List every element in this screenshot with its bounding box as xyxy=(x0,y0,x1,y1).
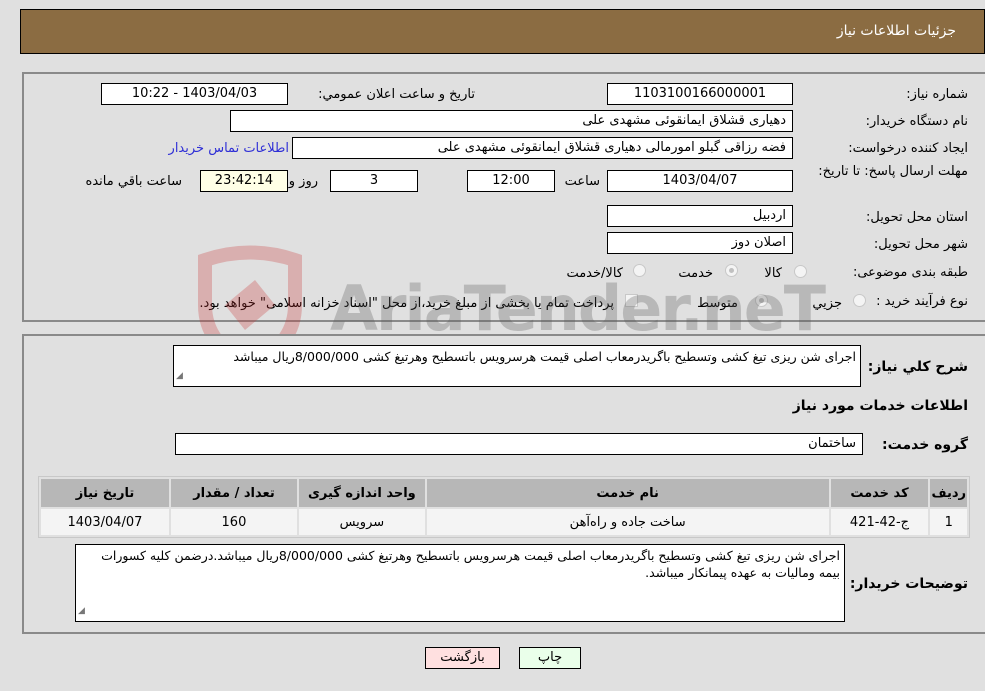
resize-grip-icon[interactable]: ◢ xyxy=(78,603,85,620)
services-table: ردیف کد خدمت نام خدمت واحد اندازه گیری ت… xyxy=(38,476,970,538)
col-quantity: تعداد / مقدار xyxy=(170,479,297,507)
need-number-label: شماره نیاز: xyxy=(906,87,968,102)
process-option-minor: جزيي xyxy=(812,296,842,311)
province-field: اردبیل xyxy=(607,205,793,227)
buyer-org-field: دهیاری قشلاق ایمانقوئی مشهدی علی xyxy=(230,110,793,132)
deadline-date-field: 1403/04/07 xyxy=(607,170,793,192)
buyer-org-label: نام دستگاه خريدار: xyxy=(865,114,968,129)
resize-grip-icon[interactable]: ◢ xyxy=(176,368,183,385)
cell-quantity: 160 xyxy=(170,509,297,535)
services-section-title: اطلاعات خدمات مورد نیاز xyxy=(792,398,968,414)
description-textarea[interactable]: اجرای شن ریزی تیغ کشی وتسطیح باگریدرمعاب… xyxy=(173,345,861,387)
col-service-name: نام خدمت xyxy=(426,479,829,507)
cell-unit: سرویس xyxy=(298,509,425,535)
col-need-date: تاریخ نیاز xyxy=(41,479,169,507)
remaining-time-label: ساعت باقي مانده xyxy=(85,174,182,189)
description-label: شرح کلي نياز: xyxy=(867,359,968,375)
need-number-field: 1103100166000001 xyxy=(607,83,793,105)
category-radio-goods-service[interactable] xyxy=(633,264,646,277)
print-button[interactable]: چاپ xyxy=(519,647,581,669)
category-radio-goods[interactable] xyxy=(794,265,807,278)
description-text: اجرای شن ریزی تیغ کشی وتسطیح باگریدرمعاب… xyxy=(233,349,856,364)
category-option-goods: کالا xyxy=(764,266,782,281)
cell-row-number: 1 xyxy=(930,509,967,535)
col-unit: واحد اندازه گیری xyxy=(298,479,425,507)
process-radio-minor[interactable] xyxy=(853,294,866,307)
treasury-checkbox[interactable] xyxy=(625,294,638,307)
table-header-row: ردیف کد خدمت نام خدمت واحد اندازه گیری ت… xyxy=(41,479,967,507)
category-radio-service[interactable] xyxy=(725,264,738,277)
city-label: شهر محل تحویل: xyxy=(873,237,968,252)
cell-service-name: ساخت جاده و راه‌آهن xyxy=(426,509,829,535)
process-radio-medium[interactable] xyxy=(755,294,768,307)
city-field: اصلان دوز xyxy=(607,232,793,254)
col-service-code: کد خدمت xyxy=(830,479,929,507)
creator-label: ایجاد کننده درخواست: xyxy=(848,141,968,156)
buyer-notes-textarea[interactable]: اجرای شن ریزی تیغ کشی وتسطیح باگریدرمعاب… xyxy=(75,544,845,622)
days-remaining-field: 3 xyxy=(330,170,418,192)
service-group-label: گروه خدمت: xyxy=(882,437,968,453)
treasury-note: پرداخت تمام یا بخشی از مبلغ خرید،از محل … xyxy=(199,296,614,311)
cell-need-date: 1403/04/07 xyxy=(41,509,169,535)
deadline-label: مهلت ارسال پاسخ: تا تاریخ: xyxy=(818,164,968,179)
back-button[interactable]: بازگشت xyxy=(425,647,500,669)
buyer-contact-link[interactable]: اطلاعات تماس خریدار xyxy=(169,141,289,156)
page-header: جزئیات اطلاعات نیاز xyxy=(20,9,985,54)
remaining-time-field: 23:42:14 xyxy=(200,170,288,192)
category-option-service: خدمت xyxy=(678,266,713,281)
process-option-medium: متوسط xyxy=(697,296,738,311)
service-group-field: ساختمان xyxy=(175,433,863,455)
buyer-notes-text: اجرای شن ریزی تیغ کشی وتسطیح باگریدرمعاب… xyxy=(101,548,840,580)
creator-field: فضه رزاقی گبلو امورمالی دهیاری قشلاق ایم… xyxy=(292,137,793,159)
announce-date-label: تاريخ و ساعت اعلان عمومي: xyxy=(318,87,475,102)
category-label: طبقه بندی موضوعی: xyxy=(852,265,968,280)
province-label: استان محل تحویل: xyxy=(866,210,968,225)
cell-service-code: ج-42-421 xyxy=(830,509,929,535)
deadline-time-field: 12:00 xyxy=(467,170,555,192)
col-row-number: ردیف xyxy=(930,479,967,507)
announce-date-field: 1403/04/03 - 10:22 xyxy=(101,83,288,105)
process-label: نوع فرآیند خرید : xyxy=(876,294,968,309)
deadline-time-label: ساعت xyxy=(564,174,600,189)
page-title: جزئیات اطلاعات نیاز xyxy=(836,23,956,39)
table-row: 1 ج-42-421 ساخت جاده و راه‌آهن سرویس 160… xyxy=(41,509,967,535)
buyer-notes-label: توضیحات خریدار: xyxy=(849,576,968,592)
category-option-goods-service: کالا/خدمت xyxy=(566,266,623,281)
days-label: روز و xyxy=(288,174,318,189)
